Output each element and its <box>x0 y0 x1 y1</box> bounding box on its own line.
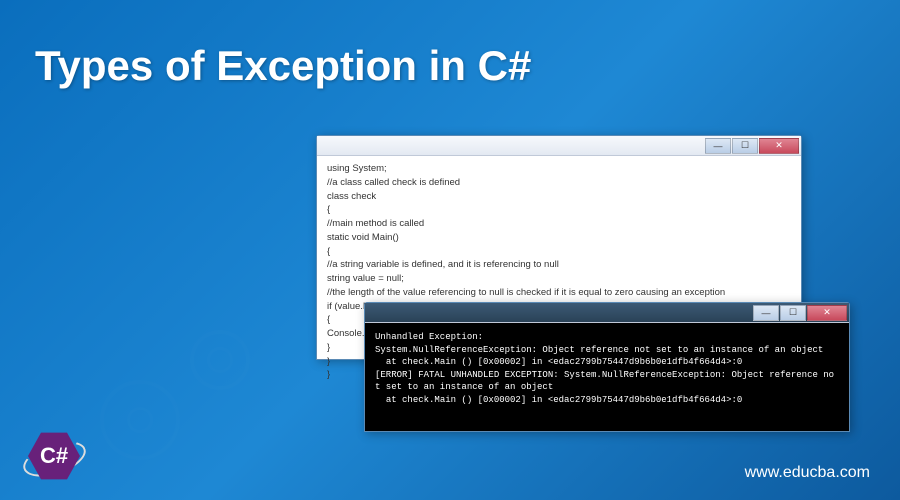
csharp-logo: C# <box>28 430 83 485</box>
console-output-window: — ☐ ✕ Unhandled Exception: System.NullRe… <box>364 302 850 432</box>
close-button[interactable]: ✕ <box>759 138 799 154</box>
console-content-area: Unhandled Exception: System.NullReferenc… <box>365 323 849 431</box>
maximize-button[interactable]: ☐ <box>732 138 758 154</box>
close-button[interactable]: ✕ <box>807 305 847 321</box>
page-title: Types of Exception in C# <box>35 42 531 90</box>
website-url: www.educba.com <box>745 464 870 482</box>
minimize-button[interactable]: — <box>753 305 779 321</box>
console-window-titlebar: — ☐ ✕ <box>365 303 849 323</box>
maximize-button[interactable]: ☐ <box>780 305 806 321</box>
code-window-titlebar: — ☐ ✕ <box>317 136 801 156</box>
minimize-button[interactable]: — <box>705 138 731 154</box>
